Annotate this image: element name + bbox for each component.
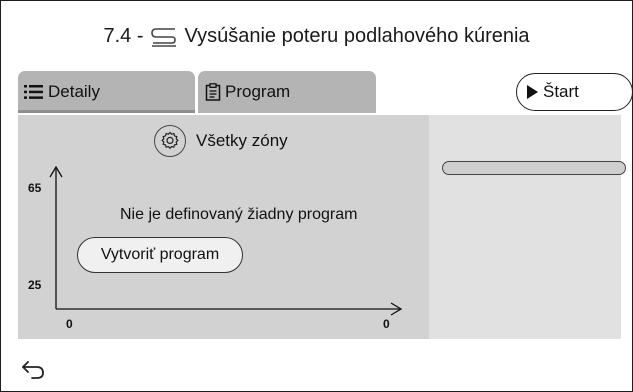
play-icon (527, 85, 538, 99)
back-arrow-icon[interactable] (21, 357, 47, 381)
page-number: 7.4 - (103, 25, 144, 47)
screen-frame: 7.4 - Vysúšanie poteru podlahového kúren… (0, 0, 633, 392)
side-panel (429, 115, 621, 339)
gear-icon (154, 125, 186, 157)
page-title: Vysúšanie poteru podlahového kúrenia (184, 25, 530, 47)
list-icon (24, 84, 44, 100)
progress-slider[interactable] (442, 161, 626, 175)
clipboard-icon (205, 83, 221, 101)
tab-program[interactable]: Program (198, 71, 376, 113)
zone-selector[interactable]: Všetky zóny (154, 125, 288, 157)
create-program-button[interactable]: Vytvoriť program (77, 237, 243, 273)
tab-program-label: Program (225, 82, 291, 101)
floor-heating-icon (151, 27, 177, 47)
tab-details[interactable]: Detaily (18, 71, 195, 113)
no-program-message: Nie je definovaný žiadny program (120, 206, 358, 223)
start-button[interactable]: Štart (516, 73, 633, 111)
start-button-label: Štart (543, 82, 579, 101)
create-program-label: Vytvoriť program (100, 246, 220, 263)
zone-label: Všetky zóny (196, 131, 288, 150)
page-header: 7.4 - Vysúšanie poteru podlahového kúren… (1, 25, 632, 48)
y-tick-top: 65 (28, 181, 42, 195)
details-panel: Všetky zóny 65 25 0 0 Nie je definovaný … (18, 115, 429, 339)
x-tick-right: 0 (383, 317, 390, 331)
tab-details-label: Detaily (48, 82, 100, 101)
x-tick-left: 0 (66, 317, 73, 331)
y-tick-bottom: 25 (28, 278, 42, 292)
